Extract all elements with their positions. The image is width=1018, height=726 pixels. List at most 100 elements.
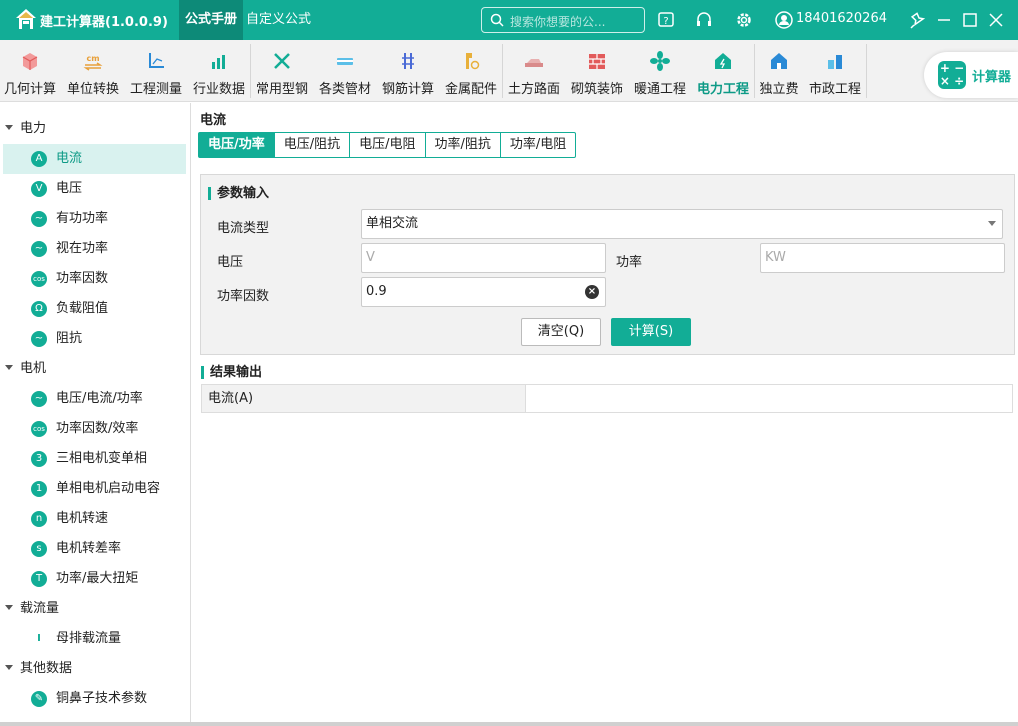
page-title: 电流	[200, 113, 227, 128]
toolbar-geometry[interactable]: 几何计算	[2, 40, 58, 102]
search-icon	[490, 13, 504, 27]
sidebar-item-apparent-power[interactable]: ~ 视在功率	[3, 234, 186, 264]
chevron-down-icon	[5, 365, 13, 370]
toolbar-rebar[interactable]: 钢筋计算	[379, 40, 437, 102]
toolbar-label: 钢筋计算	[381, 82, 434, 97]
sidebar-item-motor-pf-efficiency[interactable]: cos 功率因数/效率	[3, 414, 186, 444]
calculate-button[interactable]: 计算(S)	[611, 318, 691, 346]
support-headset-icon[interactable]	[694, 10, 714, 30]
house-icon	[771, 53, 787, 69]
svg-text:?: ?	[663, 16, 668, 27]
power-factor-value: 0.9	[366, 284, 387, 299]
sidebar-group-other[interactable]: 其他数据	[0, 654, 72, 684]
sidebar-item-active-power[interactable]: ~ 有功功率	[3, 204, 186, 234]
item-label: 有功功率	[56, 211, 109, 226]
calculator-label: 计算器	[972, 70, 1012, 85]
toolbar-label: 工程测量	[129, 82, 182, 97]
toolbar-label: 单位转换	[66, 82, 119, 97]
bar-chart-icon	[212, 55, 225, 69]
sidebar-item-current[interactable]: A 电流	[3, 144, 186, 174]
item-label: 电压	[56, 181, 83, 196]
toolbar-label: 独立费	[759, 82, 799, 97]
rebar-icon	[402, 53, 414, 69]
toolbar-municipal[interactable]: 市政工程	[806, 40, 864, 102]
toolbar-industry-data[interactable]: 行业数据	[190, 40, 248, 102]
fan-icon	[650, 51, 670, 71]
speed-icon: n	[31, 511, 47, 527]
toolbar-pipes[interactable]: 各类管材	[316, 40, 374, 102]
item-label: 功率/最大扭矩	[56, 571, 139, 586]
tab-voltage-resistance[interactable]: 电压/电阻	[349, 133, 424, 157]
minimize-icon[interactable]	[934, 10, 954, 30]
tab-voltage-impedance[interactable]: 电压/阻抗	[273, 133, 349, 157]
toolbar-label: 土方路面	[507, 82, 560, 97]
wave-icon: ~	[31, 391, 47, 407]
group-label: 电机	[20, 361, 47, 376]
toolbar-unit-convert[interactable]: cm 单位转换	[64, 40, 122, 102]
sidebar-item-copper-lug[interactable]: ✎ 铜鼻子技术参数	[3, 684, 186, 714]
tab-voltage-power[interactable]: 电压/功率	[199, 133, 274, 157]
cube-icon	[22, 53, 38, 70]
item-label: 母排载流量	[56, 631, 122, 646]
toolbar-metal-fittings[interactable]: 金属配件	[442, 40, 500, 102]
sidebar-item-motor-speed[interactable]: n 电机转速	[3, 504, 186, 534]
search-box[interactable]: 搜索你想要的公...	[481, 7, 645, 33]
toolbar-hvac[interactable]: 暖通工程	[631, 40, 689, 102]
capacitor-icon: 1	[31, 481, 47, 497]
clear-button[interactable]: 清空(Q)	[521, 318, 601, 346]
bolt-icon	[466, 53, 480, 70]
clear-field-icon[interactable]: ×	[585, 285, 599, 299]
sidebar-item-max-torque[interactable]: T 功率/最大扭矩	[3, 564, 186, 594]
item-label: 三相电机变单相	[56, 451, 148, 466]
gear-icon: s	[31, 541, 47, 557]
toolbar-divider	[502, 44, 503, 98]
voltage-input[interactable]: V	[361, 243, 606, 273]
chevron-down-icon	[5, 125, 13, 130]
category-toolbar: 几何计算 cm 单位转换 工程测量 行业数据 常用型钢 各类管材 钢筋计算 金属…	[0, 40, 1018, 102]
help-icon[interactable]: ?	[656, 10, 676, 30]
pin-icon[interactable]	[908, 10, 928, 30]
toolbar-survey[interactable]: 工程测量	[127, 40, 185, 102]
toolbar-label: 暖通工程	[633, 82, 686, 97]
search-input[interactable]: 搜索你想要的公...	[510, 13, 605, 30]
power-factor-input[interactable]: 0.9 ×	[361, 277, 606, 307]
power-input[interactable]: KW	[760, 243, 1005, 273]
toolbar-independent-fee[interactable]: 独立费	[757, 40, 801, 102]
survey-axis-icon	[149, 53, 164, 68]
toolbar-steel-section[interactable]: 常用型钢	[253, 40, 311, 102]
current-type-select[interactable]: 单相交流	[361, 209, 1003, 239]
maximize-icon[interactable]	[960, 10, 980, 30]
tab-power-resistance[interactable]: 功率/电阻	[499, 133, 575, 157]
formula-tabs: 电压/功率 电压/阻抗 电压/电阻 功率/阻抗 功率/电阻	[198, 132, 577, 158]
sidebar-item-voltage[interactable]: V 电压	[3, 174, 186, 204]
sidebar-item-slip[interactable]: s 电机转差率	[3, 534, 186, 564]
close-icon[interactable]	[986, 10, 1006, 30]
settings-gear-icon[interactable]	[734, 10, 754, 30]
toolbar-masonry[interactable]: 砌筑装饰	[568, 40, 626, 102]
sidebar-item-start-capacitor[interactable]: 1 单相电机启动电容	[3, 474, 186, 504]
user-phone[interactable]: 18401620264	[796, 11, 887, 26]
sidebar-item-power-factor[interactable]: cos 功率因数	[3, 264, 186, 294]
item-label: 电压/电流/功率	[56, 391, 143, 406]
sidebar-group-motor[interactable]: 电机	[0, 354, 46, 384]
sidebar-item-impedance[interactable]: ~ 阻抗	[3, 324, 186, 354]
tab-power-impedance[interactable]: 功率/阻抗	[424, 133, 500, 157]
group-label: 载流量	[20, 601, 60, 616]
unit-convert-icon: cm	[83, 54, 103, 71]
tab-custom-formula[interactable]: 自定义公式	[240, 0, 317, 40]
toolbar-earthwork[interactable]: 土方路面	[505, 40, 563, 102]
user-avatar-icon[interactable]	[774, 10, 794, 30]
toolbar-electrical[interactable]: 电力工程	[694, 40, 752, 102]
pipe-icon	[337, 58, 353, 65]
sidebar-item-three-to-single[interactable]: 3 三相电机变单相	[3, 444, 186, 474]
busbar-icon: I	[37, 633, 41, 644]
calculator-button[interactable]: + − × ÷ 计算器	[924, 52, 1018, 98]
sidebar-item-motor-vip[interactable]: ~ 电压/电流/功率	[3, 384, 186, 414]
tab-formula-manual[interactable]: 公式手册	[179, 0, 244, 40]
sidebar-group-ampacity[interactable]: 载流量	[0, 594, 59, 624]
calculator-icon: + − × ÷	[938, 61, 966, 89]
sidebar-item-load-resistance[interactable]: Ω 负载阻值	[3, 294, 186, 324]
sidebar-item-busbar[interactable]: I 母排载流量	[3, 624, 186, 654]
sidebar-group-power[interactable]: 电力	[0, 114, 46, 144]
chevron-down-icon	[5, 605, 13, 610]
